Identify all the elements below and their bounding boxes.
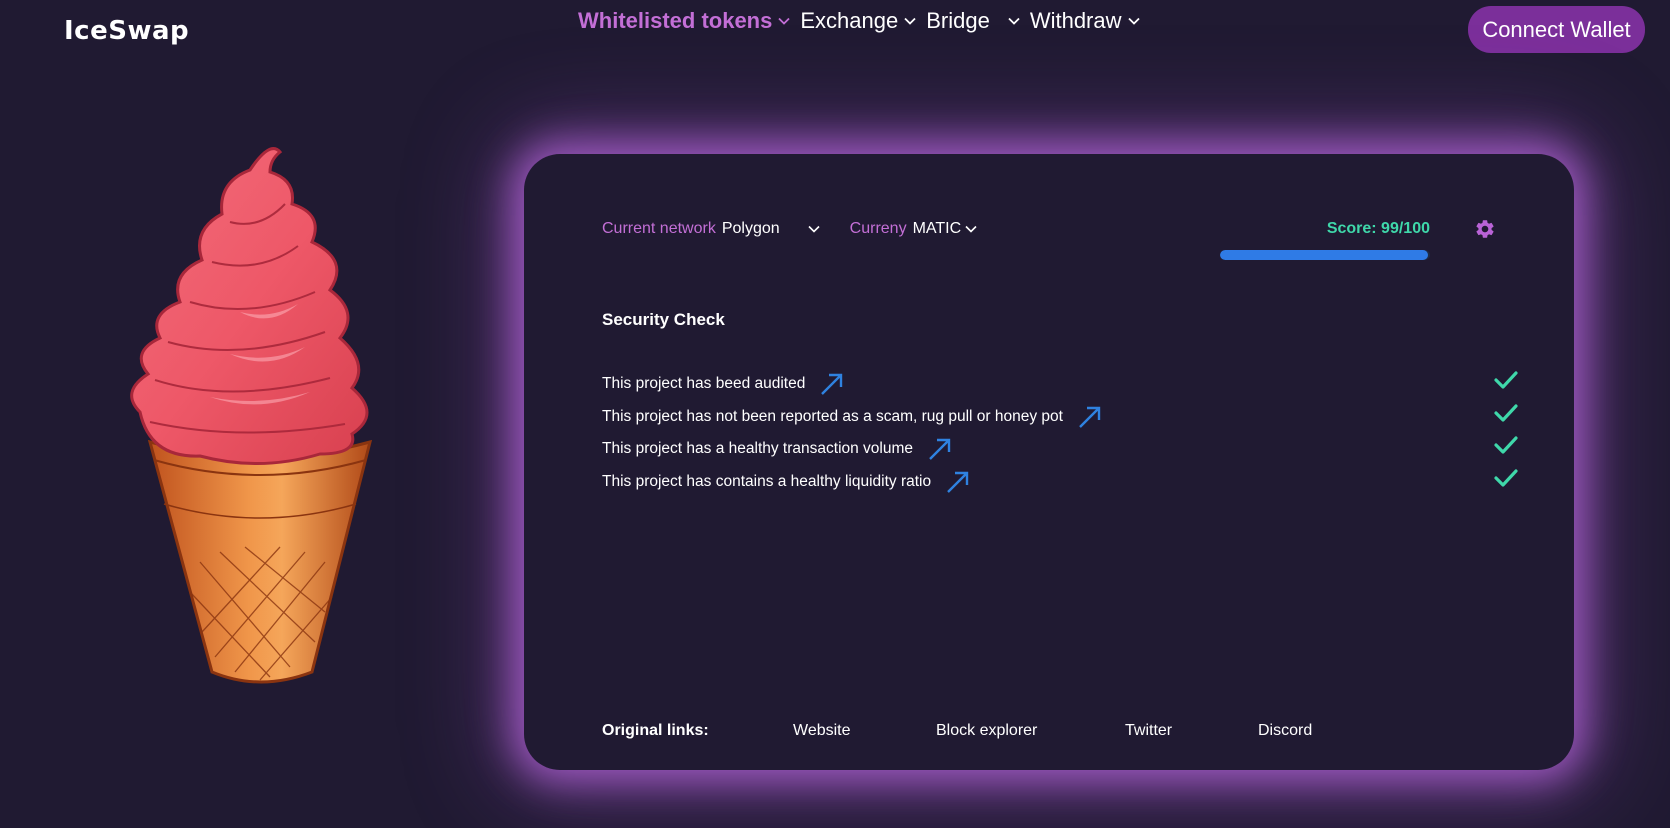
ice-cream-illustration xyxy=(130,147,373,684)
main-nav: Whitelisted tokens Exchange Bridge Withd… xyxy=(578,8,1150,34)
currency-value: MATIC xyxy=(912,220,962,237)
chevron-down-icon xyxy=(778,17,790,25)
security-check-item: This project has not been reported as a … xyxy=(602,401,1518,434)
security-check-text: This project has a healthy transaction v… xyxy=(602,440,914,458)
link-twitter[interactable]: Twitter xyxy=(1125,722,1258,740)
chevron-down-icon xyxy=(904,17,916,25)
link-website[interactable]: Website xyxy=(793,722,936,740)
score-label: Score: 99/100 xyxy=(1326,220,1430,237)
link-discord[interactable]: Discord xyxy=(1258,722,1312,740)
nav-exchange[interactable]: Exchange xyxy=(800,8,916,34)
checkmark-icon xyxy=(1494,468,1518,493)
selectors: Current network Polygon Curreny MATIC xyxy=(602,220,977,238)
security-check-text: This project has contains a healthy liqu… xyxy=(602,472,932,490)
security-check-text: This project has beed audited xyxy=(602,375,806,393)
nav-whitelisted-tokens-label: Whitelisted tokens xyxy=(578,8,773,33)
checkmark-icon xyxy=(1494,403,1518,428)
nav-bridge-label: Bridge xyxy=(926,8,990,33)
original-links-label: Original links: xyxy=(602,722,709,739)
security-check-list: This project has beed audited This proje… xyxy=(602,368,1518,499)
nav-exchange-label: Exchange xyxy=(800,8,899,33)
arrow-up-right-icon[interactable] xyxy=(945,469,971,495)
network-value: Polygon xyxy=(721,220,780,237)
score-progress-fill xyxy=(1220,250,1428,260)
chevron-down-icon xyxy=(965,225,977,233)
connect-wallet-button[interactable]: Connect Wallet xyxy=(1468,6,1645,53)
score-progress-bar xyxy=(1220,250,1430,260)
security-check-item: This project has beed audited xyxy=(602,368,1518,401)
security-check-item: This project has contains a healthy liqu… xyxy=(602,466,1518,499)
currency-label: Curreny xyxy=(849,220,907,237)
token-security-card: Current network Polygon Curreny MATIC Sc… xyxy=(524,154,1574,770)
security-check-title: Security Check xyxy=(602,310,725,329)
chevron-down-icon xyxy=(1127,17,1140,25)
arrow-up-right-icon[interactable] xyxy=(1077,404,1103,430)
nav-withdraw-label: Withdraw xyxy=(1029,8,1122,33)
original-links: Original links: Website Block explorer T… xyxy=(602,722,1312,740)
checkmark-icon xyxy=(1494,370,1518,395)
chevron-down-icon xyxy=(1008,17,1020,25)
nav-bridge[interactable]: Bridge xyxy=(926,8,1020,34)
nav-withdraw[interactable]: Withdraw xyxy=(1030,8,1140,34)
network-label: Current network xyxy=(602,220,716,237)
chevron-down-icon xyxy=(808,225,820,233)
arrow-up-right-icon[interactable] xyxy=(927,436,953,462)
link-block-explorer[interactable]: Block explorer xyxy=(936,722,1125,740)
gear-icon[interactable] xyxy=(1474,218,1496,240)
security-check-text: This project has not been reported as a … xyxy=(602,407,1063,425)
network-selector[interactable]: Current network Polygon xyxy=(602,220,820,238)
security-check-item: This project has a healthy transaction v… xyxy=(602,433,1518,466)
logo[interactable]: IceSwap xyxy=(64,16,189,46)
checkmark-icon xyxy=(1494,435,1518,460)
arrow-up-right-icon[interactable] xyxy=(819,371,845,397)
currency-selector[interactable]: Curreny MATIC xyxy=(850,220,978,238)
nav-whitelisted-tokens[interactable]: Whitelisted tokens xyxy=(578,8,790,34)
